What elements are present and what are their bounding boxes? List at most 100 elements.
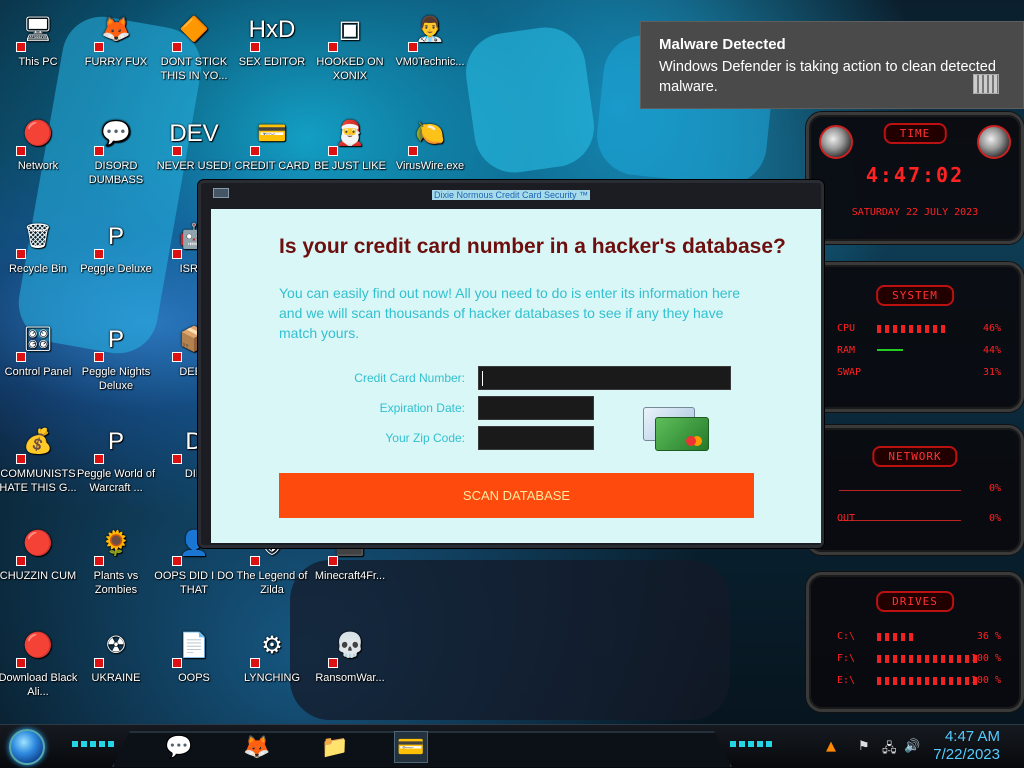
desktop-icon-label: Peggle Nights Deluxe [81, 366, 151, 392]
dialog-titlebar[interactable]: Dixie Normous Credit Card Security ™ [201, 183, 821, 203]
desktop-icon-furry-fux[interactable]: 🦊 FURRY FUX [72, 8, 160, 69]
desktop-icon-label: VirusWire.exe [395, 160, 465, 172]
hud-drive-c: C:\ 36 % [837, 631, 1001, 642]
alien-skull-icon [819, 125, 853, 159]
hud-ram-row: RAM 44% [837, 345, 1001, 356]
zip-input[interactable] [479, 427, 593, 449]
clock-date: 7/22/2023 [933, 746, 1000, 763]
desktop-icon-ukraine[interactable]: ☢ UKRAINE [72, 624, 160, 685]
shortcut-arrow-icon [16, 146, 26, 156]
hooked-on-xonix-icon: ▣ [328, 8, 372, 52]
desktop-icon-dont-stick[interactable]: 🔶 DONT STICK THIS IN YO... [150, 8, 238, 83]
desktop-icon-label: COMMUNISTS HATE THIS G... [0, 468, 77, 494]
icon-glyph: P [107, 223, 124, 250]
card-back-shape [655, 417, 709, 451]
desktop-icon-this-pc[interactable]: 🖥 This PC [0, 8, 82, 69]
desktop-icon-label: VM0Technic... [395, 56, 465, 68]
desktop-icon-label: FURRY FUX [84, 56, 148, 68]
shortcut-arrow-icon [408, 146, 418, 156]
tray-flag-icon[interactable]: ⚑ [858, 739, 870, 754]
tray-volume-icon[interactable]: 🔊 [904, 739, 920, 754]
window-menu-icon[interactable] [213, 188, 229, 198]
start-orb-icon[interactable] [9, 729, 45, 765]
desktop-icon-sex-editor[interactable]: HxD SEX EDITOR [228, 8, 316, 69]
shortcut-arrow-icon [172, 146, 182, 156]
desktop-icon-hooked-on-xonix[interactable]: ▣ HOOKED ON XONIX [306, 8, 394, 83]
expiration-field[interactable] [478, 396, 594, 420]
taskbar-disord-icon[interactable]: 💬 [162, 731, 196, 763]
desktop-icon-disord-dumbass[interactable]: 💬 DISORD DUMBASS [72, 112, 160, 187]
ransomware-icon: 💀 [328, 624, 372, 668]
desktop-icon-label: OOPS [178, 672, 210, 684]
icon-glyph: 🎅 [335, 120, 365, 147]
card-number-input[interactable] [479, 367, 730, 389]
sex-editor-icon: HxD [249, 8, 295, 52]
desktop-icon-credit-card[interactable]: 💳 CREDIT CARD [228, 112, 316, 173]
icon-glyph: 💬 [101, 120, 131, 147]
icon-glyph: 📄 [179, 632, 209, 659]
ukraine-icon: ☢ [94, 624, 138, 668]
shortcut-arrow-icon [94, 658, 104, 668]
desktop-icon-label: CHUZZIN CUM [0, 570, 77, 582]
shortcut-arrow-icon [94, 249, 104, 259]
tray-network-icon[interactable]: 🖧 [882, 739, 897, 761]
scan-database-button[interactable]: SCAN DATABASE [279, 473, 754, 518]
desktop-icon-lynching[interactable]: ⚙ LYNCHING [228, 624, 316, 685]
desktop-icon-label: Peggle World of Warcraft ... [76, 468, 156, 494]
credit-card-dialog[interactable]: Dixie Normous Credit Card Security ™ Is … [198, 180, 824, 548]
hud-row-pct: 36 % [976, 631, 1001, 642]
desktop-icon-label: Peggle Deluxe [80, 263, 152, 275]
credit-cards-icon [643, 407, 709, 453]
desktop-icon-be-just-like[interactable]: 🎅 BE JUST LIKE [306, 112, 394, 173]
hud-row-pct: 44% [982, 345, 1001, 356]
hud-bar [877, 633, 917, 641]
desktop-icon-label: Download Black Ali... [0, 672, 78, 698]
taskbar-credit-card-icon[interactable]: 💳 [394, 731, 428, 763]
never-used-icon: DEV [169, 112, 219, 156]
dialog-content: Is your credit card number in a hacker's… [211, 209, 821, 543]
shortcut-arrow-icon [408, 42, 418, 52]
desktop-icon-viruswire[interactable]: 🍋 VirusWire.exe [386, 112, 474, 173]
card-number-field[interactable] [478, 366, 731, 390]
lynching-icon: ⚙ [250, 624, 294, 668]
desktop-icon-label: The Legend of Zilda [236, 570, 308, 596]
desktop-icon-ransomware[interactable]: 💀 RansomWar... [306, 624, 394, 685]
clock-time: 4:47 AM [944, 728, 1000, 745]
shortcut-arrow-icon [94, 42, 104, 52]
shortcut-arrow-icon [172, 658, 182, 668]
icon-glyph: 🎛 [22, 326, 54, 353]
desktop-icon-network[interactable]: 🔴 Network [0, 112, 82, 173]
desktop-icon-black-ali[interactable]: 🔴 Download Black Ali... [0, 624, 82, 699]
desktop-icon-vm0technic[interactable]: 👨‍⚕️ VM0Technic... [386, 8, 474, 69]
zip-field[interactable] [478, 426, 594, 450]
taskbar-explorer-icon[interactable]: 📁 [318, 731, 352, 763]
toast-message: Windows Defender is taking action to cle… [659, 59, 996, 95]
shortcut-arrow-icon [16, 556, 26, 566]
icon-glyph: P [107, 428, 124, 455]
malware-toast[interactable]: Malware Detected Windows Defender is tak… [640, 21, 1024, 109]
desktop-icon-oops[interactable]: 📄 OOPS [150, 624, 238, 685]
icon-glyph: 👨‍⚕️ [415, 16, 445, 43]
desktop-icon-label: RansomWar... [315, 672, 385, 684]
peggle-deluxe-icon: P [94, 215, 138, 259]
chuzzin-icon: 🔴 [16, 522, 60, 566]
hud-drive-f: F:\ 100 % [837, 653, 1001, 664]
desktop-icon-peggle-deluxe[interactable]: P Peggle Deluxe [72, 215, 160, 276]
desktop-icon-chuzzin[interactable]: 🔴 CHUZZIN CUM [0, 522, 82, 583]
desktop-icon-communists[interactable]: 💰 COMMUNISTS HATE THIS G... [0, 420, 82, 495]
desktop-icon-peggle-nights[interactable]: P Peggle Nights Deluxe [72, 318, 160, 393]
desktop-icon-recycle-bin[interactable]: 🗑 Recycle Bin [0, 215, 82, 276]
be-just-like-icon: 🎅 [328, 112, 372, 156]
expiration-input[interactable] [479, 397, 593, 419]
desktop-icon-control-panel[interactable]: 🎛 Control Panel [0, 318, 82, 379]
desktop-icon-pvz[interactable]: 🌻 Plants vs Zombies [72, 522, 160, 597]
hud-row-pct: 0% [988, 513, 1001, 524]
desktop-icon-peggle-wow[interactable]: P Peggle World of Warcraft ... [72, 420, 160, 495]
desktop-icon-never-used[interactable]: DEV NEVER USED! [150, 112, 238, 173]
icon-glyph: ⚙ [261, 632, 283, 659]
tray-app-icon[interactable]: ▲ [826, 739, 836, 754]
taskbar-firefox-icon[interactable]: 🦊 [240, 731, 274, 763]
control-panel-icon: 🎛 [16, 318, 60, 362]
taskbar-clock[interactable]: 4:47 AM 7/22/2023 [933, 728, 1000, 764]
shortcut-arrow-icon [328, 146, 338, 156]
